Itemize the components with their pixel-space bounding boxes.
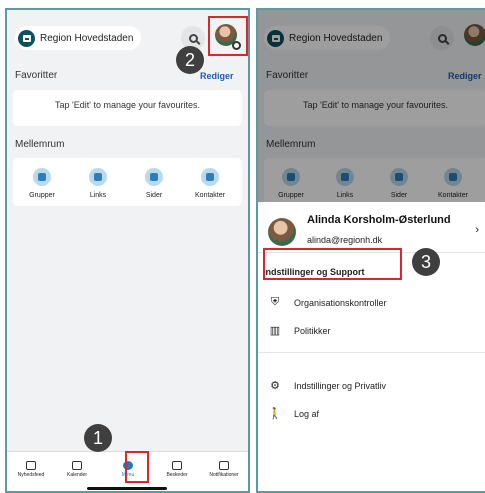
bell-icon <box>219 461 229 470</box>
highlight-settings-support <box>263 248 402 280</box>
dim-overlay[interactable] <box>258 10 485 202</box>
step-badge-1: 1 <box>84 424 112 452</box>
person-icon <box>201 168 219 186</box>
chat-icon <box>172 461 182 470</box>
calendar-icon <box>72 461 82 470</box>
tab-newsfeed[interactable]: Nyhedsfeed <box>9 461 53 478</box>
menu-item-org-controls[interactable]: ⛨ Organisationskontroller <box>268 296 387 309</box>
divider <box>258 352 485 353</box>
tile-pages[interactable]: Sider <box>129 168 179 199</box>
spaces-title: Mellemrum <box>15 139 65 150</box>
tab-calendar[interactable]: Kalender <box>55 461 99 478</box>
menu-screen: Region Hovedstaden Favoritter Rediger Ta… <box>5 8 250 493</box>
book-icon: ▥ <box>269 325 281 337</box>
favorites-hint: Tap 'Edit' to manage your favourites. <box>54 100 200 110</box>
link-icon <box>89 168 107 186</box>
menu-item-logout[interactable]: 🚶 Log af <box>268 407 319 420</box>
profile-name: Alinda Korsholm-Østerlund <box>307 214 451 226</box>
step-badge-2: 2 <box>176 46 204 74</box>
chevron-right-icon[interactable]: › <box>475 224 479 236</box>
highlight-avatar <box>208 16 248 56</box>
profile-email: alinda@regionh.dk <box>307 235 383 245</box>
tab-messages[interactable]: Beskeder <box>155 461 199 478</box>
profile-sheet: Alinda Korsholm-Østerlund alinda@regionh… <box>258 202 485 491</box>
newsfeed-icon <box>26 461 36 470</box>
menu-item-settings-privacy[interactable]: ⚙ Indstillinger og Privatliv <box>268 379 386 392</box>
tile-groups[interactable]: Grupper <box>17 168 67 199</box>
document-icon <box>145 168 163 186</box>
tab-notifications[interactable]: Notifikationer <box>202 461 246 478</box>
shield-icon: ⛨ <box>270 296 280 308</box>
organization-pill[interactable]: Region Hovedstaden <box>15 26 142 50</box>
home-indicator <box>87 487 167 490</box>
gear-icon: ⚙ <box>270 380 280 392</box>
step-badge-3: 3 <box>412 248 440 276</box>
people-icon <box>33 168 51 186</box>
highlight-menu-tab <box>125 451 149 483</box>
menu-item-policies[interactable]: ▥ Politikker <box>268 324 331 337</box>
profile-avatar <box>268 218 296 246</box>
tile-links[interactable]: Links <box>73 168 123 199</box>
favorites-title: Favoritter <box>15 70 58 81</box>
organization-label: Region Hovedstaden <box>40 32 134 44</box>
region-logo-icon <box>18 29 35 47</box>
tile-contacts[interactable]: Kontakter <box>185 168 235 199</box>
walk-icon: 🚶 <box>268 408 282 420</box>
favorites-card: Tap 'Edit' to manage your favourites. <box>13 90 242 126</box>
spaces-card: Grupper Links Sider Kontakter <box>13 158 242 206</box>
edit-favorites-link[interactable]: Rediger <box>200 71 234 81</box>
